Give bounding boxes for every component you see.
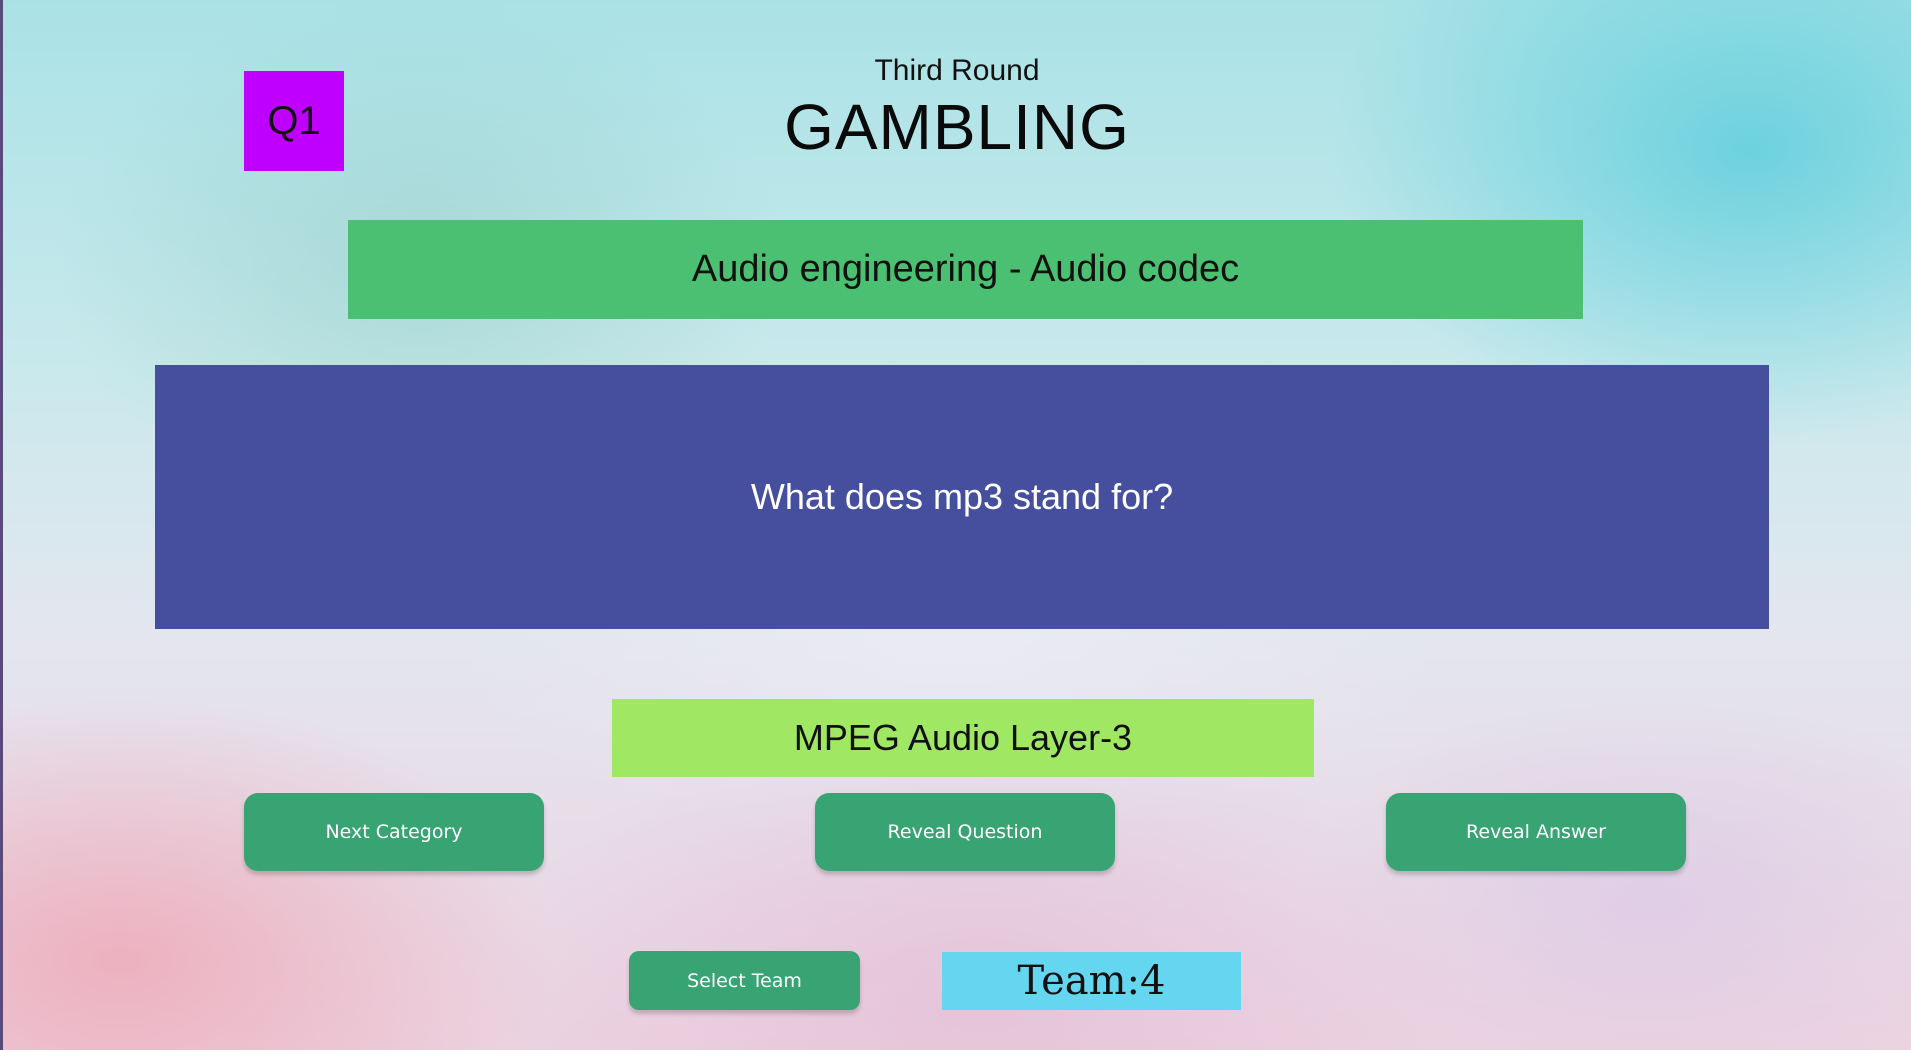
question-box: What does mp3 stand for? bbox=[155, 365, 1769, 629]
round-label: Third Round bbox=[874, 54, 1040, 87]
answer-box: MPEG Audio Layer-3 bbox=[612, 699, 1314, 777]
reveal-answer-button[interactable]: Reveal Answer bbox=[1386, 793, 1686, 871]
category-bar: Audio engineering - Audio codec bbox=[348, 220, 1583, 319]
select-team-button[interactable]: Select Team bbox=[629, 951, 860, 1010]
reveal-question-button[interactable]: Reveal Question bbox=[815, 793, 1115, 871]
team-display: Team:4 bbox=[942, 952, 1241, 1010]
next-category-button[interactable]: Next Category bbox=[244, 793, 544, 871]
round-title: GAMBLING bbox=[784, 91, 1130, 163]
